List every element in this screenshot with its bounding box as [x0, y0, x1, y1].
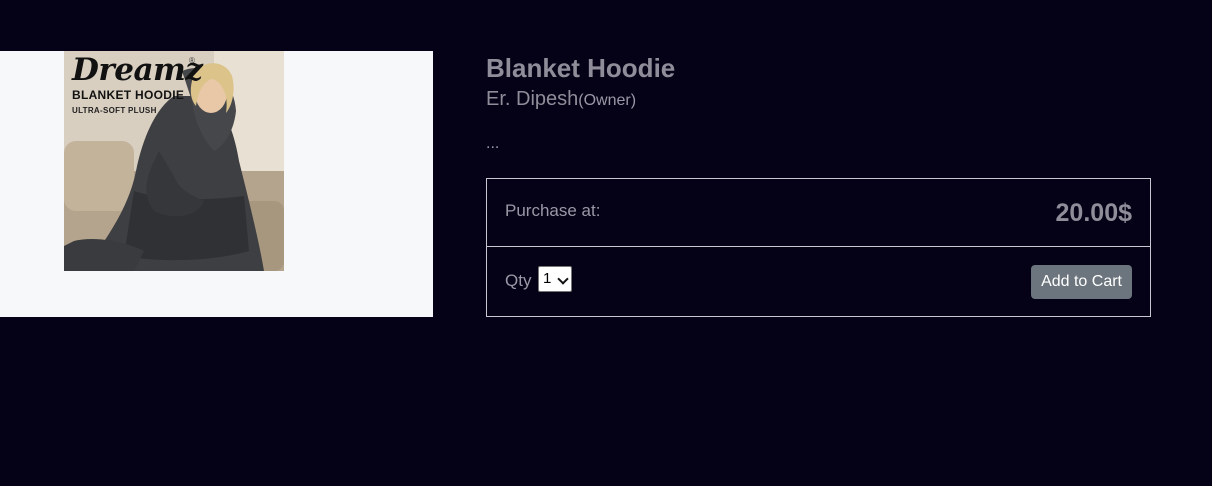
- owner-line: Er. Dipesh(Owner): [486, 85, 1151, 115]
- product-description: ...: [486, 135, 500, 152]
- photo-brand-mark: ®: [189, 56, 195, 65]
- photo-caption-line1: BLANKET HOODIE: [72, 88, 185, 102]
- purchase-box: Purchase at: 20.00$ Qty 1 Add to Cart: [486, 178, 1151, 317]
- quantity-value: 1: [543, 270, 552, 287]
- owner-name: Er. Dipesh: [486, 88, 579, 110]
- owner-role: (Owner): [578, 92, 637, 109]
- product-image-panel: Dreamz ® BLANKET HOODIE ULTRA-SOFT PLUSH: [0, 51, 433, 317]
- quantity-select[interactable]: 1: [538, 266, 572, 292]
- product-price: 20.00$: [1055, 199, 1132, 227]
- product-info: Blanket Hoodie Er. Dipesh(Owner) ...: [486, 51, 1151, 153]
- quantity-label: Qty: [505, 271, 532, 290]
- product-title: Blanket Hoodie: [486, 53, 676, 83]
- photo-brand-text: Dreamz: [72, 52, 203, 88]
- product-photo: Dreamz ® BLANKET HOODIE ULTRA-SOFT PLUSH: [64, 51, 284, 271]
- photo-caption-line2: ULTRA-SOFT PLUSH: [72, 106, 157, 115]
- price-row: Purchase at: 20.00$: [487, 179, 1150, 247]
- chevron-down-icon: [557, 273, 569, 285]
- add-to-cart-button[interactable]: Add to Cart: [1031, 265, 1132, 299]
- purchase-label: Purchase at:: [505, 201, 601, 220]
- quantity-row: Qty 1 Add to Cart: [487, 247, 1150, 316]
